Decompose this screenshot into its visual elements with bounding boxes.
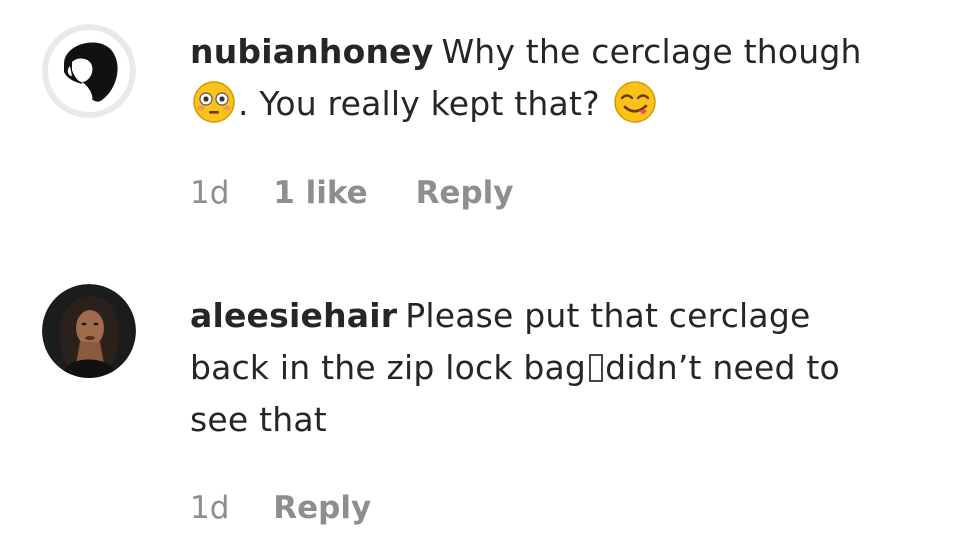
comment-meta: 1d 1 like Reply — [190, 175, 513, 211]
flushed-face-icon — [193, 81, 235, 123]
avatar-image — [42, 284, 136, 378]
comment-likes[interactable]: 1 like — [273, 175, 367, 211]
comment-text: nubianhoney Why the cerclage though . You… — [190, 26, 890, 130]
comment-username[interactable]: aleesiehair — [190, 296, 397, 335]
reply-button[interactable]: Reply — [273, 490, 371, 526]
comment-content: aleesiehair Please put that cerclage back… — [190, 290, 890, 446]
missing-glyph-icon — [589, 354, 604, 382]
smirking-face-icon — [613, 81, 656, 123]
comment-item: nubianhoney Why the cerclage though . You… — [0, 0, 980, 270]
comment-username[interactable]: nubianhoney — [190, 32, 433, 71]
comment-item: aleesiehair Please put that cerclage back… — [0, 270, 980, 560]
reply-button[interactable]: Reply — [416, 175, 514, 211]
avatar[interactable] — [42, 24, 136, 118]
comment-timestamp[interactable]: 1d — [190, 490, 229, 526]
comment-text: aleesiehair Please put that cerclage back… — [190, 290, 890, 446]
avatar-image — [42, 24, 136, 118]
comment-timestamp[interactable]: 1d — [190, 175, 229, 211]
comment-content: nubianhoney Why the cerclage though . You… — [190, 26, 890, 130]
comment-text-part1: Why the cerclage though — [441, 32, 862, 71]
avatar[interactable] — [42, 284, 136, 378]
comment-text-part2: . You really kept that? — [238, 84, 600, 123]
comment-meta: 1d Reply — [190, 490, 371, 526]
